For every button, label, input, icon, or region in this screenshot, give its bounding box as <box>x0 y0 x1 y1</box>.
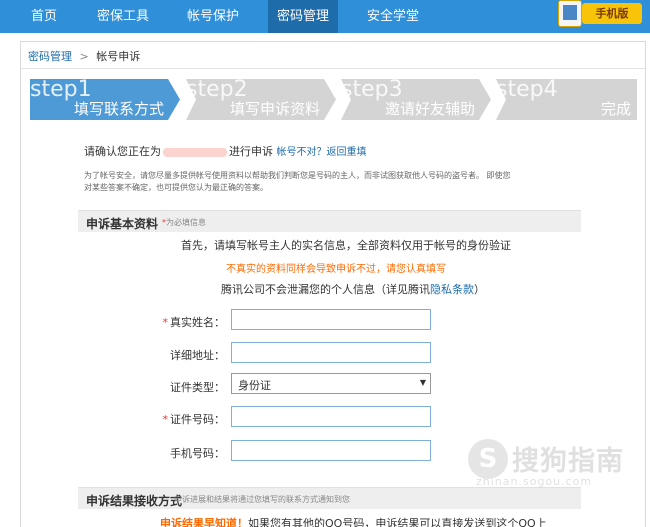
step-1-label: 填写联系方式 <box>73 100 164 118</box>
step-4-label: 完成 <box>600 100 631 118</box>
address-label: 详细地址： <box>170 349 225 362</box>
real-name-input[interactable] <box>231 309 431 330</box>
intro-privacy-line: 腾讯公司不会泄漏您的个人信息（详见腾讯隐私条款） <box>221 283 485 296</box>
intro-line-1: 首先，请填写帐号主人的实名信息，全部资料仅用于帐号的身份验证 <box>181 239 511 252</box>
step-1: step1 填写联系方式 <box>30 77 180 120</box>
reenter-account-link[interactable]: 帐号不对？返回重填 <box>277 147 367 158</box>
nav-item-security-tools[interactable]: 密保工具 <box>92 0 154 33</box>
section-result-receive-header: 申诉结果接收方式 申诉进展和结果将通过您填写的联系方式通知到您 <box>78 487 581 509</box>
real-name-label: * 真实姓名： <box>162 316 226 329</box>
id-number-input[interactable] <box>231 406 431 427</box>
watermark-cn: 搜狗指南 <box>512 446 624 477</box>
mobile-version-link[interactable]: 手机版 <box>548 0 648 27</box>
step-3-label: 邀请好友辅助 <box>384 100 475 118</box>
id-type-value: 身份证 <box>238 379 271 392</box>
privacy-policy-link[interactable]: 隐私条款 <box>430 283 474 296</box>
top-nav: 首页 密保工具 帐号保护 密码管理 安全学堂 手机版 <box>0 0 650 33</box>
step-2: step2 填写申诉资料 <box>186 77 336 120</box>
phone-label: 手机号码： <box>170 447 225 460</box>
nav-item-security-school[interactable]: 安全学堂 <box>362 0 424 33</box>
nav-item-account-protection[interactable]: 帐号保护 <box>182 0 244 33</box>
mobile-phone-icon <box>558 0 582 27</box>
watermark-en: zhinan.sogou.com <box>476 475 593 488</box>
dropdown-arrow-icon: ▼ <box>419 378 426 387</box>
mobile-version-label: 手机版 <box>582 3 642 24</box>
id-type-select[interactable]: 身份证 ▼ <box>231 373 431 394</box>
section-basic-info-title: 申诉基本资料 <box>86 217 159 231</box>
intro-warning: 不真实的资料同样会导致申诉不过，请您认真填写 <box>226 264 446 275</box>
phone-input[interactable] <box>231 440 431 461</box>
step-4-number: step4 <box>496 77 558 102</box>
step-3: step3 邀请好友辅助 <box>341 77 491 120</box>
security-note: 为了帐号安全，请您尽量多提供帐号使用资料以帮助我们判断您是号码的主人，而非试图获… <box>84 171 511 192</box>
confirm-prefix: 请确认您正在为 <box>84 145 161 158</box>
step-2-label: 填写申诉资料 <box>229 100 320 118</box>
section-basic-info-sub: *为必填信息 <box>162 218 206 227</box>
section-result-receive-sub: 申诉进展和结果将通过您填写的联系方式通知到您 <box>174 495 350 504</box>
section-basic-info-header: 申诉基本资料 *为必填信息 <box>78 210 581 232</box>
nav-item-home[interactable]: 首页 <box>24 0 64 33</box>
confirm-suffix: 进行申诉 <box>229 145 273 158</box>
id-type-label: 证件类型： <box>170 381 225 394</box>
masked-account <box>163 147 227 157</box>
address-input[interactable] <box>231 342 431 363</box>
step-4: step4 完成 <box>496 77 637 120</box>
id-number-label: * 证件号码： <box>162 413 226 426</box>
sogou-logo-icon: S <box>468 439 508 479</box>
nav-item-password-management[interactable]: 密码管理 <box>268 0 338 33</box>
breadcrumb-current: 帐号申诉 <box>96 50 141 63</box>
breadcrumb-parent-link[interactable]: 密码管理 <box>28 50 72 63</box>
result-notice-line: 申诉结果早知道！如果您有其他的QQ号码，申诉结果可以直接发送到这个QQ上 <box>160 517 547 527</box>
divider <box>21 68 645 69</box>
breadcrumb-separator: > <box>79 50 89 63</box>
sogou-watermark: S 搜狗指南 zhinan.sogou.com <box>468 437 648 488</box>
confirm-account-line: 请确认您正在为 进行申诉 帐号不对？返回重填 <box>84 143 367 159</box>
section-result-receive-title: 申诉结果接收方式 <box>86 494 183 508</box>
breadcrumb: 密码管理 > 帐号申诉 <box>28 48 140 64</box>
